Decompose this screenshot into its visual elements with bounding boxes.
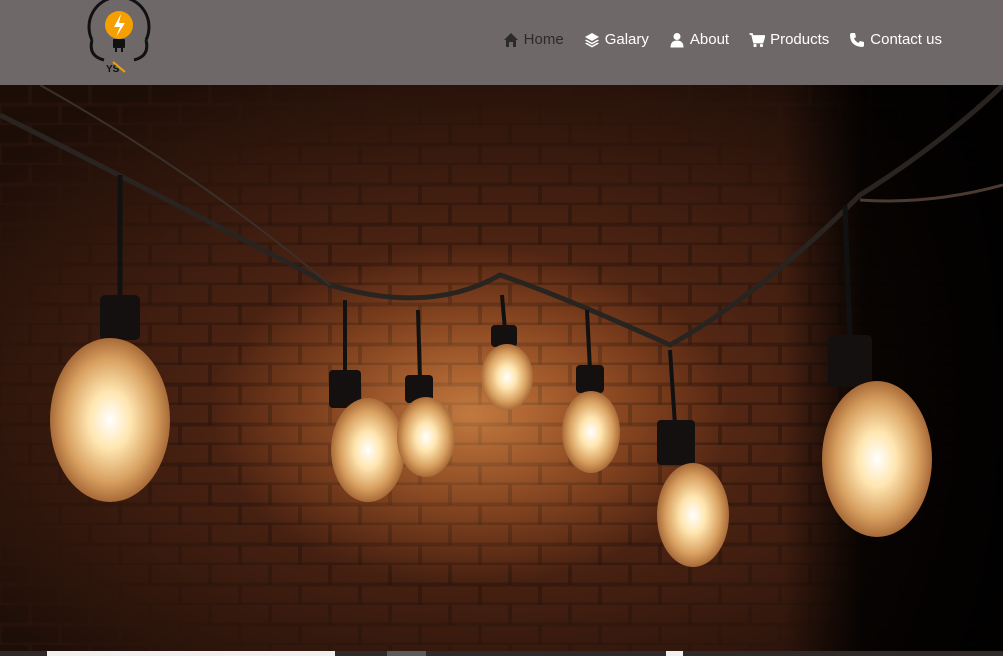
nav-contact-label: Contact us [870,31,942,48]
nav-galary[interactable]: Galary [584,31,649,48]
phone-icon [850,32,865,47]
bottom-strip [0,651,1003,656]
strip-segment [666,651,683,656]
nav-contact[interactable]: Contact us [849,31,942,48]
nav-home-label: Home [523,31,564,48]
user-icon [670,32,684,47]
hero-banner [0,85,1003,656]
home-icon [503,32,518,47]
site-logo[interactable]: YS [80,0,158,76]
strip-segment [47,651,335,656]
layers-icon [584,32,599,47]
nav-products-label: Products [770,31,830,48]
cart-icon [749,32,766,47]
nav-home[interactable]: Home [503,31,564,48]
main-nav: Home Galary About Products Contact us [503,31,942,48]
nav-about[interactable]: About [669,31,729,48]
strip-segment [387,651,426,656]
bulb-plug-logo-icon: YS [87,0,151,75]
nav-about-label: About [689,31,730,48]
site-header: YS Home Galary About Products Contact us [0,0,1003,85]
nav-products[interactable]: Products [749,31,829,48]
nav-galary-label: Galary [604,31,649,48]
hero-string-lights-image [0,85,1003,656]
